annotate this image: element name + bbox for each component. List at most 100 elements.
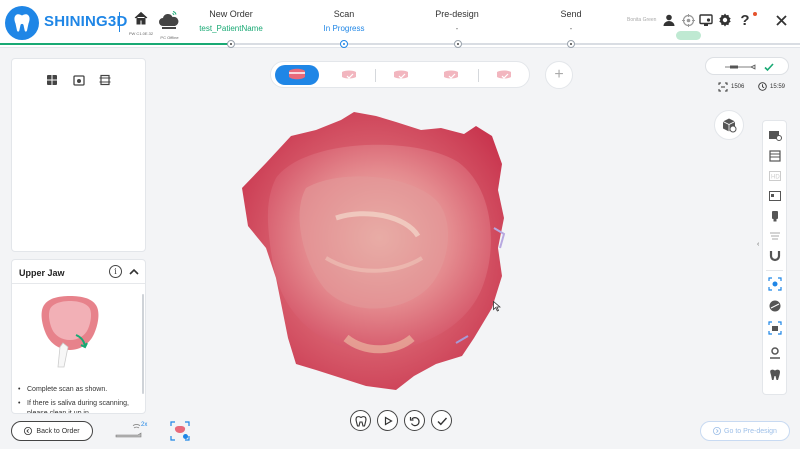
- help-icon[interactable]: ?: [738, 12, 752, 29]
- chevron-right-icon: [713, 427, 722, 435]
- scan-lock-icon[interactable]: [768, 209, 782, 223]
- upper-jaw-illustration: [30, 295, 120, 370]
- close-icon[interactable]: [774, 13, 788, 27]
- mode-additional[interactable]: [482, 65, 526, 85]
- step-subtitle: test_PatientName: [199, 24, 263, 33]
- select-area-icon[interactable]: [768, 277, 782, 291]
- point-count-value: 1506: [731, 84, 745, 90]
- brand-name: SHINING3D: [44, 13, 128, 30]
- info-icon[interactable]: i: [109, 265, 122, 278]
- step-dot-pre-design: [454, 40, 462, 48]
- mode-lower-jaw[interactable]: [327, 65, 371, 85]
- point-count: 1506: [718, 82, 744, 92]
- tooth-tool-icon[interactable]: [768, 368, 782, 382]
- mode-bite-left[interactable]: [379, 65, 423, 85]
- scanner-probe-icon[interactable]: [114, 422, 144, 440]
- camera-view-icon[interactable]: [73, 73, 85, 86]
- cloud-caption: PC Offline: [160, 35, 179, 40]
- layers-view-icon[interactable]: [99, 73, 111, 86]
- notification-dot: [753, 12, 757, 16]
- jaw-title: Upper Jaw: [19, 268, 65, 278]
- tooth-mode-button[interactable]: [350, 410, 371, 431]
- clock-icon: [758, 82, 767, 91]
- step-scan[interactable]: Scan In Progress: [299, 9, 389, 34]
- snapshot-icon[interactable]: [170, 421, 190, 441]
- confirm-button[interactable]: [431, 410, 452, 431]
- scan-time-value: 15:59: [770, 83, 786, 90]
- hd-mode-icon[interactable]: HD: [768, 169, 782, 183]
- texture-view-icon[interactable]: [768, 128, 782, 142]
- step-subtitle: In Progress: [323, 24, 365, 33]
- scan-3d-model[interactable]: [236, 108, 518, 398]
- check-icon: [764, 63, 774, 72]
- home-icon[interactable]: [130, 10, 152, 31]
- chevron-left-icon[interactable]: ‹: [757, 241, 759, 248]
- user-name: Bonita Green: [627, 17, 657, 23]
- mode-bite-right[interactable]: [429, 65, 473, 85]
- step-dot-send: [567, 40, 575, 48]
- grid-view-icon[interactable]: [46, 73, 58, 85]
- zoom-label: 2x: [141, 422, 148, 428]
- home-caption: PW C1.0E.32: [128, 31, 154, 36]
- undo-button[interactable]: [404, 410, 425, 431]
- marker-icon[interactable]: [768, 345, 782, 359]
- monitor-icon[interactable]: [699, 13, 713, 27]
- view-cube-icon[interactable]: [714, 110, 744, 140]
- user-icon[interactable]: [662, 13, 676, 27]
- tip-item: If there is saliva during scanning, plea…: [18, 399, 137, 414]
- step-title: Pre-design: [435, 9, 479, 19]
- pre-design-label: Go to Pre-design: [724, 427, 777, 435]
- scanner-device-icon: [725, 64, 756, 70]
- step-dot-scan: [340, 40, 348, 48]
- scan-mode-toolbar: [270, 61, 530, 88]
- tooth-logo-icon: [5, 6, 39, 40]
- top-bar: SHINING3D PW C1.0E.32 PC Offline New Ord…: [0, 0, 800, 48]
- workflow-progress-fill: [0, 43, 232, 45]
- workflow-progress-track: [0, 43, 800, 45]
- scanner-device-status[interactable]: [705, 57, 789, 75]
- tip-text: Complete scan as shown.: [27, 386, 108, 393]
- view-tools-panel: [11, 58, 146, 252]
- panel-divider: [12, 283, 145, 284]
- tip-item: Complete scan as shown.: [18, 385, 137, 395]
- workflow-steps: New Order test_PatientName Scan In Progr…: [186, 0, 616, 48]
- back-to-order-button[interactable]: Back to Order: [11, 421, 93, 441]
- rail-divider: [766, 270, 783, 271]
- gear-icon[interactable]: [718, 13, 732, 27]
- add-scan-button[interactable]: +: [545, 61, 573, 89]
- right-tool-rail: HD: [762, 120, 787, 395]
- step-new-order[interactable]: New Order test_PatientName: [186, 9, 276, 34]
- frame-count-icon: [718, 82, 728, 92]
- svg-text:HD: HD: [771, 175, 780, 181]
- step-send[interactable]: Send -: [526, 9, 616, 34]
- step-pre-design[interactable]: Pre-design -: [412, 9, 502, 34]
- mouse-cursor-icon: [493, 299, 501, 312]
- back-label: Back to Order: [36, 427, 80, 435]
- layer-icon[interactable]: [768, 229, 782, 243]
- upper-jaw-panel: Upper Jaw i Complete scan as shown. If t…: [11, 259, 146, 414]
- tip-text: If there is saliva during scanning, plea…: [27, 400, 129, 414]
- display-mode-icon[interactable]: [768, 149, 782, 163]
- brand-divider: [119, 12, 120, 32]
- screen-toggle-icon[interactable]: [768, 189, 782, 203]
- cloud-icon[interactable]: [159, 10, 179, 37]
- trim-icon[interactable]: [768, 299, 782, 313]
- target-icon[interactable]: [681, 13, 695, 27]
- step-subtitle: -: [455, 24, 459, 33]
- step-title: Scan: [333, 9, 355, 19]
- panel-scrollbar[interactable]: [142, 294, 144, 394]
- play-button[interactable]: [377, 410, 398, 431]
- status-pill: [676, 31, 701, 40]
- step-title: Send: [560, 9, 582, 19]
- chevron-up-icon[interactable]: [128, 265, 140, 277]
- step-dot-new-order: [227, 40, 235, 48]
- step-title: New Order: [209, 9, 253, 19]
- go-to-pre-design-button[interactable]: Go to Pre-design: [700, 421, 790, 441]
- scan-time: 15:59: [758, 82, 785, 91]
- mode-upper-jaw[interactable]: [275, 65, 319, 85]
- chevron-left-icon: [24, 427, 33, 435]
- lock-area-icon[interactable]: [768, 321, 782, 335]
- magnet-icon[interactable]: [768, 249, 782, 263]
- mode-divider: [478, 69, 479, 82]
- mode-divider: [375, 69, 376, 82]
